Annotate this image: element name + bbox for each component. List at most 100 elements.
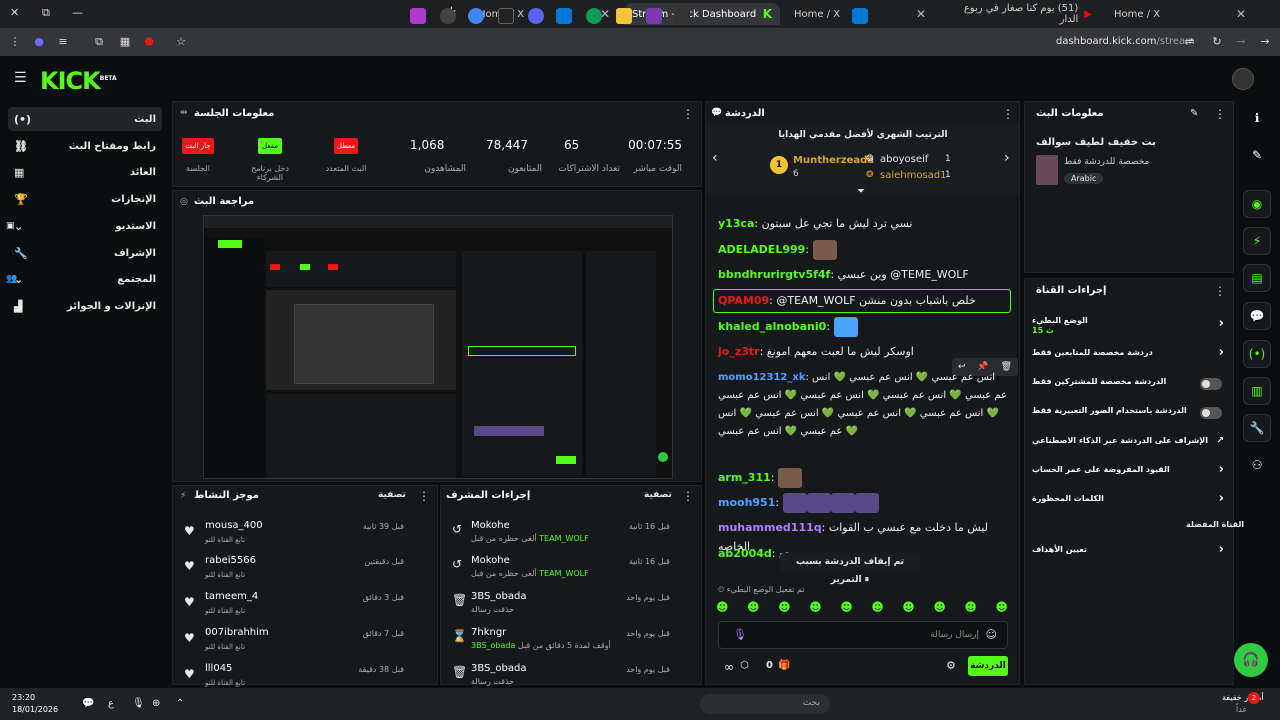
puzzle-icon[interactable]: ⧉ [92,35,106,49]
store-icon[interactable] [556,8,572,24]
tab-home-x-3[interactable]: Home / X ✕ [1106,3,1254,25]
wrench-icon[interactable]: 🔧 [1243,414,1271,442]
app-icon[interactable] [674,8,690,24]
nav-item-drops[interactable]: الإنزالات و الجوائز ▟ [8,294,162,318]
broadcast-icon[interactable]: (•) [1243,340,1271,368]
clipboard-icon[interactable]: ▤ [1243,264,1271,292]
taskbar-search[interactable]: بحث [700,694,830,714]
more-options-icon[interactable]: ⋮ [682,489,694,503]
gift-box-icon[interactable]: 🎁 [778,660,790,671]
edit-icon[interactable]: ✎ [1243,141,1271,169]
user-name[interactable]: rabei5566 [205,555,256,566]
chevron-right-icon[interactable]: › [1004,150,1010,166]
leader-name[interactable]: salehmosad1 [880,170,947,181]
category-thumbnail[interactable] [1036,155,1058,185]
emote-icon[interactable]: ☻ [809,600,822,616]
tune-icon[interactable]: ⇌ [1182,35,1196,49]
emotes-only-toggle[interactable] [1200,407,1222,419]
avatar[interactable] [1232,68,1254,90]
chevron-left-icon[interactable]: ‹ [712,150,718,166]
chat-username[interactable]: khaled_alnobani0 [718,320,826,333]
send-chat-button[interactable]: الدردشة [968,656,1008,676]
settings-gear-icon[interactable]: ⚙ [946,659,956,672]
user-name[interactable]: lll045 [205,663,232,674]
clock-date[interactable]: 18/01/2026 [12,705,58,714]
star-icon[interactable]: ☆ [174,35,188,49]
adblock-icon[interactable]: ⬣ [142,35,156,49]
extension-icon[interactable]: ▦ [118,35,132,49]
tab-close-icon[interactable]: ✕ [916,7,926,21]
followers-only-row[interactable]: دردشة مخصصة للمتابعين فقط › [1032,345,1230,364]
user-name[interactable]: 007ibrahhim [205,627,269,638]
chat-username[interactable]: jo_z3tr [718,345,760,358]
edge-icon[interactable] [586,8,602,24]
extension-icon[interactable]: ● [32,35,46,49]
leader-name[interactable]: aboyoseif [880,154,928,165]
moderator-name[interactable]: TEAM_WOLF [539,534,589,543]
app-icon[interactable] [440,8,456,24]
more-options-icon[interactable]: ⋮ [418,489,430,503]
user-name[interactable]: Mokohe [471,555,510,566]
emote-icon[interactable]: ☻ [716,600,729,616]
emote-icon[interactable]: ☻ [902,600,915,616]
hamburger-menu-icon[interactable]: ☰ [14,70,27,86]
leader-name[interactable]: Muntherzeada [793,155,874,166]
microphone-icon[interactable]: 🎙 [132,698,145,709]
minimize-window-icon[interactable]: — [72,6,83,19]
chat-username[interactable]: QPAM09 [718,294,769,307]
notification-icon[interactable]: 💬 [82,698,94,709]
chat-username[interactable]: mooh951 [718,496,775,509]
windows-start-icon[interactable] [852,8,868,24]
info-icon[interactable]: ℹ [1243,104,1271,132]
more-options-icon[interactable]: ⋮ [682,107,694,121]
close-window-icon[interactable]: ✕ [10,6,19,19]
user-name[interactable]: Mokohe [471,520,510,531]
slow-mode-row[interactable]: الوضع البطيء 15 ث › [1032,314,1230,340]
restore-window-icon[interactable]: ⧉ [42,6,50,20]
camera-icon[interactable]: ◉ [1243,190,1271,218]
community-icon[interactable]: ⚇ [1243,451,1271,479]
chat-paused-banner[interactable]: تم إيقاف الدردشة بسبب التمرير ⏸ [780,553,920,585]
clock-time[interactable]: 23:20 [12,693,35,702]
network-icon[interactable]: ⊕ [152,698,160,709]
collapse-icon[interactable]: ⏷ [857,186,865,197]
chat-input[interactable]: 🎙 إرسال رسالة ☺ [718,621,1008,649]
nav-item-studio[interactable]: ▣ الاستديو ⌄ [6,214,162,238]
banned-words-row[interactable]: الكلمات المحظورة › [1032,491,1230,510]
nav-item-revenue[interactable]: العائد ▦ [8,160,162,184]
share-icon[interactable]: ⬡ [740,660,749,671]
filter-button[interactable]: تصفية [378,490,406,500]
chat-username[interactable]: momo12312_xk [718,372,805,383]
chat-username[interactable]: bbndhrurirgtv5f4f [718,268,830,281]
nav-item-community[interactable]: 👥 المجتمع ⌄ [6,267,162,291]
tray-chevron-icon[interactable]: ⌃ [176,698,184,709]
tab-youtube[interactable]: ▶ (51) يوم كنا صغار في ربوع الدار [940,3,1100,25]
notification-badge[interactable]: 2 [1248,692,1260,704]
emote-icon[interactable]: ☻ [964,600,977,616]
user-name[interactable]: tameem_4 [205,591,258,602]
chat-username[interactable]: muhammed111q [718,521,822,534]
more-options-icon[interactable]: ⋮ [1214,284,1226,298]
discord-icon[interactable] [528,8,544,24]
extension-icon[interactable]: ≡ [56,35,70,49]
nav-item-moderation[interactable]: الإشراف 🔧 [8,241,162,265]
moderator-name[interactable]: TEAM_WOLF [539,569,589,578]
nav-item-stream-key[interactable]: رابط ومفتاح البث ⛓ [8,134,162,158]
emote-icon[interactable]: ☻ [747,600,760,616]
filter-button[interactable]: تصفية [644,490,672,500]
emote-icon[interactable]: ☻ [840,600,853,616]
language-indicator[interactable]: ع [108,698,114,709]
moderator-name[interactable]: 3BS_obada [471,641,515,650]
app-icon[interactable] [410,8,426,24]
back-icon[interactable]: → [1258,35,1272,49]
chat-username[interactable]: y13ca [718,217,754,230]
chat-bubble-icon[interactable]: 💬 [1243,302,1271,330]
chrome-icon[interactable] [468,8,484,24]
emoji-icon[interactable]: ☺ [986,628,997,641]
stream-preview-video[interactable] [203,215,673,479]
chat-username[interactable]: ab2004d [718,547,772,560]
subscribers-only-toggle[interactable] [1200,378,1222,390]
tab-close-icon[interactable]: ✕ [1236,7,1246,21]
chat-username[interactable]: arm_311 [718,471,771,484]
mic-icon[interactable]: 🎙 [733,628,747,641]
